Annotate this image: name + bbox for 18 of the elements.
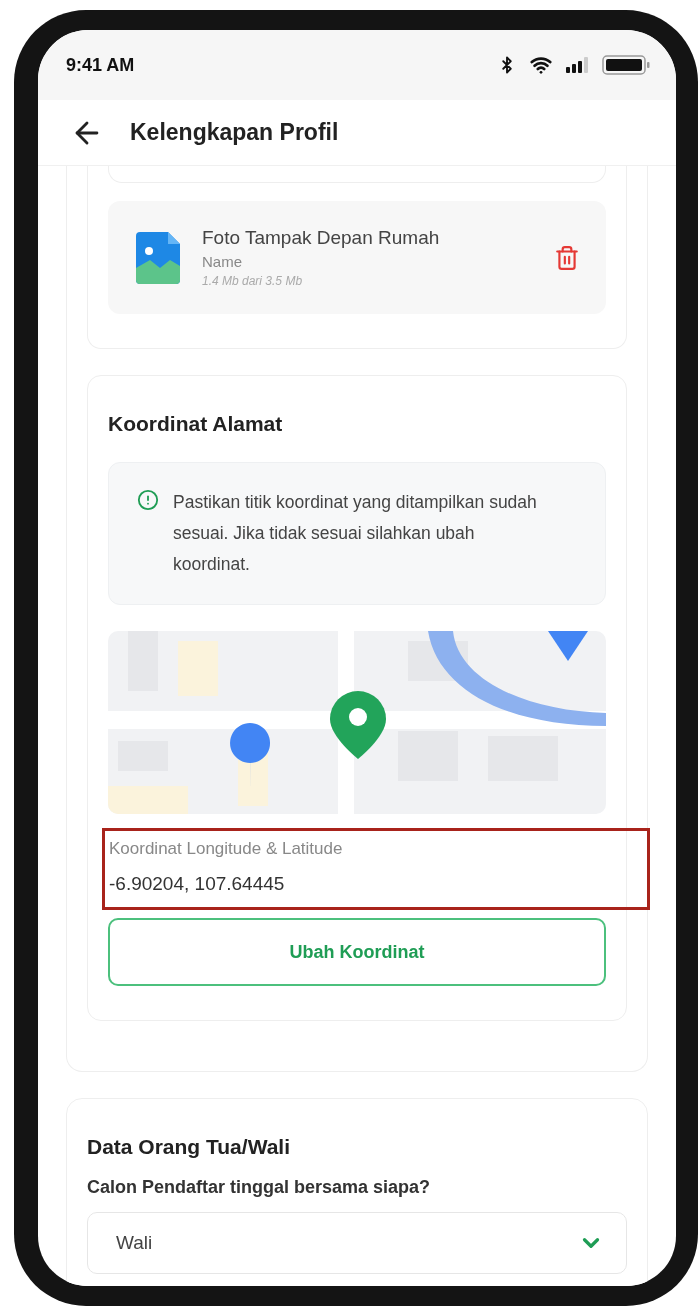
section-title: Koordinat Alamat — [108, 412, 284, 436]
alert-icon — [137, 489, 159, 511]
status-time: 9:41 AM — [66, 54, 135, 76]
file-size: 1.4 Mb dari 3.5 Mb — [202, 274, 304, 288]
wifi-icon — [530, 54, 552, 76]
notice-text: Pastikan titik koordinat yang ditampilkan sudah sesuai. Jika tidak sesuai silahkan ubah koordinat. — [173, 491, 538, 576]
section-title: Data Orang Tua/Wali — [87, 1135, 292, 1159]
page-title: Kelengkapan Profil — [130, 119, 339, 146]
image-file-icon — [136, 231, 180, 284]
battery-icon — [602, 55, 650, 75]
guardian-select[interactable]: Wali — [87, 1212, 627, 1274]
question-label: Calon Pendaftar tinggal bersama siapa? — [87, 1177, 432, 1198]
file-name: Name — [202, 253, 243, 270]
delete-button[interactable] — [554, 244, 580, 271]
signal-icon — [566, 57, 588, 73]
file-title: Foto Tampak Depan Rumah — [202, 227, 441, 249]
field-label: Koordinat Longitude & Latitude — [109, 839, 344, 859]
coordinate-value: -6.90204, 107.64445 — [109, 873, 286, 895]
